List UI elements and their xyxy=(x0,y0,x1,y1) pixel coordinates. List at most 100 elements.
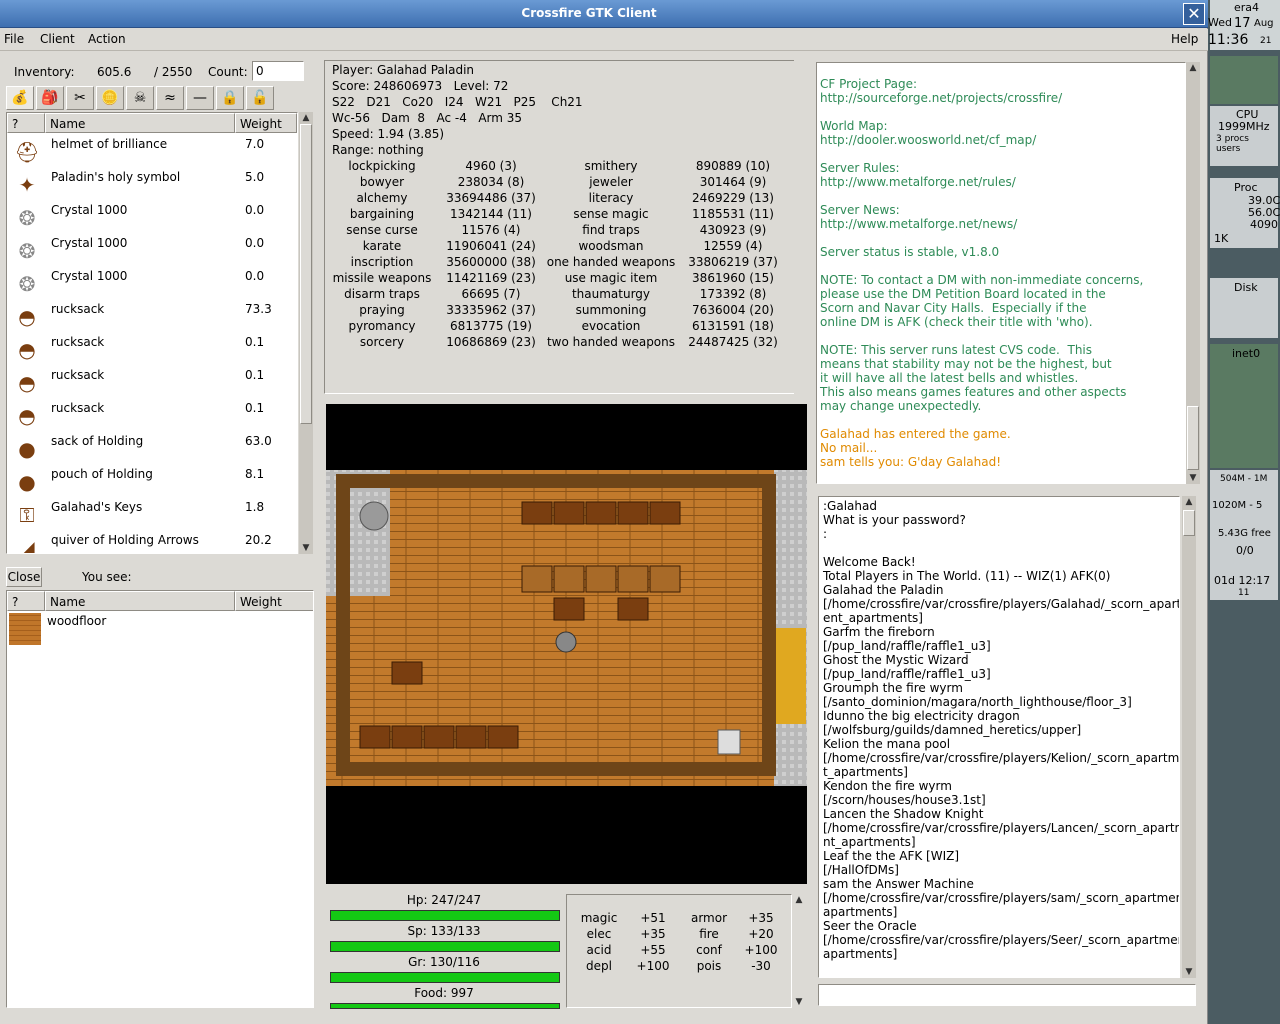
resist-value: +35 xyxy=(748,911,774,925)
filter-nonmagical-icon[interactable]: — xyxy=(186,86,214,110)
info-line: Lancen the Shadow Knight xyxy=(823,807,984,821)
close-window-button[interactable]: ✕ xyxy=(1183,3,1205,25)
col-weight[interactable]: Weight xyxy=(235,113,297,133)
info-scroll-down-icon[interactable]: ▼ xyxy=(1182,966,1196,978)
look-col-flag[interactable]: ? xyxy=(7,591,45,611)
info-line: [/wolfsburg/guilds/damned_heretics/upper… xyxy=(823,723,1082,737)
col-name[interactable]: Name xyxy=(45,113,235,133)
desktop-dock: era4 Wed 17 Aug 11:36 21 CPU 1999MHz 3 p… xyxy=(1208,0,1280,1024)
inventory-row[interactable]: ◓ rucksack 0.1 xyxy=(7,366,297,399)
inventory-row[interactable]: ❂ Crystal 1000 0.0 xyxy=(7,201,297,234)
uptime: 01d 12:17 xyxy=(1214,574,1271,587)
users-count: 11 xyxy=(1238,588,1250,598)
inventory-row[interactable]: ✦ Paladin's holy symbol 5.0 xyxy=(7,168,297,201)
info-scroll-thumb[interactable] xyxy=(1183,510,1195,536)
inventory-row[interactable]: ● pouch of Holding 8.1 xyxy=(7,465,297,498)
look-item-row[interactable]: woodfloor xyxy=(7,612,297,645)
procs-count: 3 procs xyxy=(1216,134,1249,144)
clock-secs: 21 xyxy=(1260,36,1272,46)
cpu-applet: CPU 1999MHz 3 procs users xyxy=(1210,106,1278,166)
message-window[interactable]: CF Project Page: http://sourceforge.net/p… xyxy=(816,62,1186,484)
msg-scroll-down-icon[interactable]: ▼ xyxy=(1186,472,1200,484)
scroll-up-icon[interactable]: ▲ xyxy=(299,112,313,124)
player-score: Score: 248606973 Level: 72 xyxy=(332,79,509,93)
filter-all-icon[interactable]: 💰 xyxy=(6,86,34,110)
inventory-row[interactable]: ● sack of Holding 63.0 xyxy=(7,432,297,465)
title-bar[interactable]: Crossfire GTK Client ✕ xyxy=(0,0,1208,28)
info-line: [/home/crossfire/var/crossfire/players/K… xyxy=(823,751,1180,765)
message-line: Scorn and Navar City Halls. Especially i… xyxy=(820,301,1087,315)
message-scrollbar[interactable]: ▲ ▼ xyxy=(1186,62,1200,484)
item-weight: 20.2 xyxy=(245,533,272,547)
resist-value: +55 xyxy=(640,943,666,957)
inventory-row[interactable]: ❂ Crystal 1000 0.0 xyxy=(7,234,297,267)
item-name: sack of Holding xyxy=(51,434,144,448)
item-weight: 0.0 xyxy=(245,269,265,283)
inventory-list: ? Name Weight ⛑ helmet of brilliance 7.0 ✦ P… xyxy=(6,112,298,554)
inventory-row[interactable]: ◓ rucksack 0.1 xyxy=(7,333,297,366)
game-map[interactable] xyxy=(326,404,807,884)
item-name: Paladin's holy symbol xyxy=(51,170,181,184)
menu-help[interactable]: Help xyxy=(1171,32,1198,46)
filter-unapplied-icon[interactable]: ✂ xyxy=(66,86,94,110)
inventory-row[interactable]: ◓ rucksack 73.3 xyxy=(7,300,297,333)
info-scrollbar[interactable]: ▲ ▼ xyxy=(1182,496,1196,978)
resist-scrollbar[interactable]: ▲ ▼ xyxy=(792,894,806,1008)
msg-scroll-up-icon[interactable]: ▲ xyxy=(1186,62,1200,74)
filter-magical-icon[interactable]: ≈ xyxy=(156,86,184,110)
cpu-freq: 1999MHz xyxy=(1218,120,1270,133)
count-input[interactable]: 0 xyxy=(252,61,304,81)
menu-client[interactable]: Client xyxy=(40,32,75,46)
item-name: Crystal 1000 xyxy=(51,203,128,217)
inventory-row[interactable]: ⛑ helmet of brilliance 7.0 xyxy=(7,135,297,168)
message-line: sam tells you: G'day Galahad! xyxy=(820,455,1002,469)
filter-unlocked-icon[interactable]: 🔓 xyxy=(246,86,274,110)
inventory-row[interactable]: ⚿ Galahad's Keys 1.8 xyxy=(7,498,297,531)
filter-locked-icon[interactable]: 🔒 xyxy=(216,86,244,110)
info-scroll-up-icon[interactable]: ▲ xyxy=(1182,496,1196,508)
message-line: Server Rules: xyxy=(820,161,900,175)
resist-scroll-down-icon[interactable]: ▼ xyxy=(792,996,806,1008)
col-flag[interactable]: ? xyxy=(7,113,45,133)
skill-value: 24487425 (32) xyxy=(688,335,778,349)
info-line: Ghost the Mystic Wizard xyxy=(823,653,969,667)
cpu-graph xyxy=(1210,56,1278,104)
look-close-button[interactable]: Close xyxy=(6,567,42,587)
filter-cursed-icon[interactable]: ☠ xyxy=(126,86,154,110)
menu-file[interactable]: File xyxy=(4,32,24,46)
resist-name: pois xyxy=(696,959,722,973)
resist-value: +51 xyxy=(640,911,666,925)
inventory-row[interactable]: ◓ rucksack 0.1 xyxy=(7,399,297,432)
filter-applied-icon[interactable]: 🎒 xyxy=(36,86,64,110)
map-view xyxy=(326,470,807,786)
clock-time: 11:36 xyxy=(1208,32,1249,48)
sp-bar-fill xyxy=(331,942,559,951)
resistances-panel: magic +51 armor +35 elec +35 fire +20 acid +55 con… xyxy=(566,894,792,1008)
filter-unpaid-icon[interactable]: 🪙 xyxy=(96,86,124,110)
skill-value: 2469229 (13) xyxy=(692,191,774,205)
food-label: Food: 997 xyxy=(414,986,474,1000)
inventory-label: Inventory: xyxy=(14,65,75,79)
info-line: [/home/crossfire/var/crossfire/players/S… xyxy=(823,933,1180,947)
msg-scroll-thumb[interactable] xyxy=(1187,406,1199,470)
info-window[interactable]: :Galahad What is your password?: Welcome B… xyxy=(818,496,1180,978)
look-col-name[interactable]: Name xyxy=(45,591,235,611)
scroll-down-icon[interactable]: ▼ xyxy=(299,542,313,554)
inventory-row[interactable]: ◢ quiver of Holding Arrows 20.2 xyxy=(7,531,297,553)
item-weight: 63.0 xyxy=(245,434,272,448)
skill-value: 890889 (10) xyxy=(695,159,771,173)
skill-value: 173392 (8) xyxy=(699,287,767,301)
stats-scrollbar[interactable] xyxy=(794,60,808,394)
window-title: Crossfire GTK Client xyxy=(521,6,657,20)
menu-action[interactable]: Action xyxy=(88,32,126,46)
item-weight: 0.0 xyxy=(245,203,265,217)
command-entry[interactable] xyxy=(818,984,1196,1006)
resist-value: +35 xyxy=(640,927,666,941)
info-line: [/home/crossfire/var/crossfire/players/s… xyxy=(823,891,1180,905)
skill-value: 301464 (9) xyxy=(699,175,767,189)
inventory-row[interactable]: ❂ Crystal 1000 0.0 xyxy=(7,267,297,300)
message-line: NOTE: To contact a DM with non-immediate… xyxy=(820,273,1144,287)
look-col-weight[interactable]: Weight xyxy=(235,591,313,611)
mem-small: 1K xyxy=(1214,232,1229,245)
resist-scroll-up-icon[interactable]: ▲ xyxy=(792,894,806,906)
